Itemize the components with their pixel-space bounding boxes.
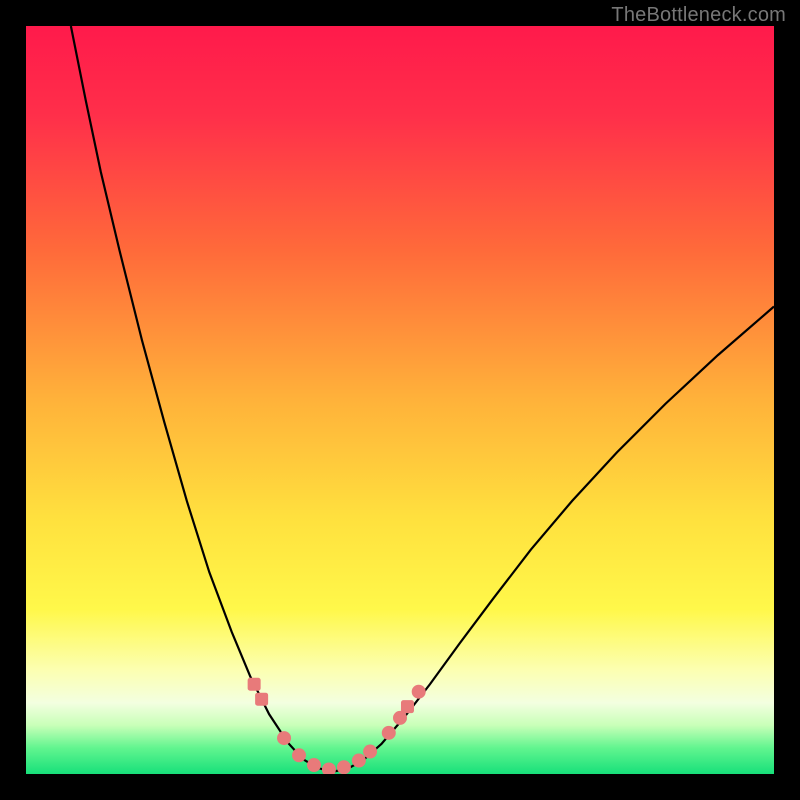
- marker-circle: [307, 758, 321, 772]
- marker-circle: [292, 748, 306, 762]
- marker-square: [248, 678, 261, 691]
- marker-circle: [382, 726, 396, 740]
- marker-circle: [412, 685, 426, 699]
- gradient-background: [26, 26, 774, 774]
- marker-circle: [352, 754, 366, 768]
- marker-circle: [277, 731, 291, 745]
- marker-square: [255, 693, 268, 706]
- watermark-label: TheBottleneck.com: [611, 4, 786, 27]
- chart-svg: [26, 26, 774, 774]
- marker-circle: [363, 745, 377, 759]
- marker-circle: [337, 760, 351, 774]
- marker-square: [401, 700, 414, 713]
- bottleneck-plot: [26, 26, 774, 774]
- chart-frame: TheBottleneck.com: [0, 0, 800, 800]
